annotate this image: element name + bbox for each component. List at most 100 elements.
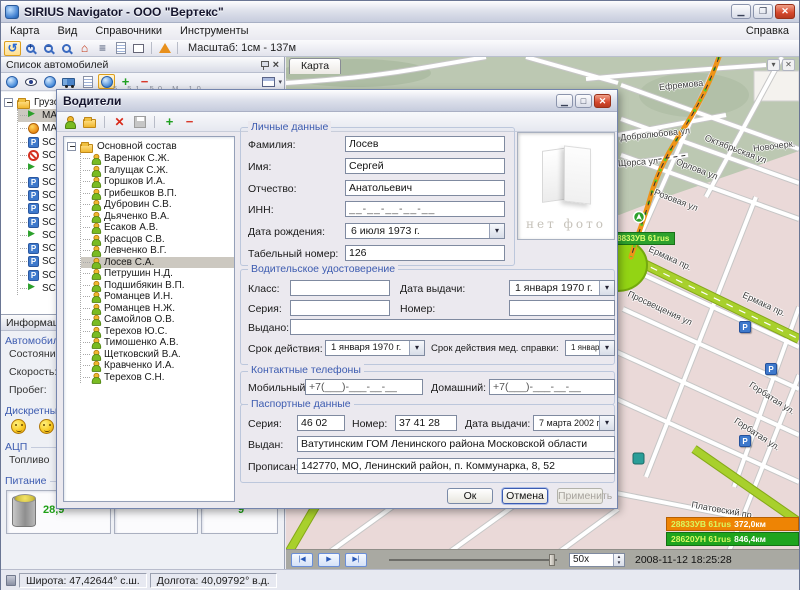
pan-button[interactable]: ↺ <box>4 41 21 56</box>
driver-item[interactable]: Терехов Ю.С. <box>81 326 234 338</box>
driver-item[interactable]: Галущак С.Ж. <box>81 165 234 177</box>
license-valid-combo[interactable]: 1 января 1970 г. ▾ <box>325 340 425 356</box>
driver-item[interactable]: Левченко В.Г. <box>81 245 234 257</box>
parking-marker[interactable]: P <box>765 363 777 375</box>
registered-field[interactable] <box>297 458 615 474</box>
add-group-button[interactable] <box>81 114 98 129</box>
patronymic-field[interactable] <box>345 180 505 196</box>
driver-item[interactable]: Дьяченко В.А. <box>81 211 234 223</box>
collapse-icon[interactable] <box>67 142 76 151</box>
passport-issuedby-field[interactable] <box>297 436 615 452</box>
license-number-field[interactable] <box>509 300 615 316</box>
title-bar[interactable]: SIRIUS Navigator - ООО "Вертекс" ▁ ❐ ✕ <box>1 1 799 23</box>
playback-slider[interactable] <box>389 559 557 561</box>
edit-button[interactable] <box>112 41 129 56</box>
menu-view[interactable]: Вид <box>48 23 86 40</box>
driver-item[interactable]: Петрушин Н.Д. <box>81 268 234 280</box>
menu-tools[interactable]: Инструменты <box>171 23 258 40</box>
med-valid-combo[interactable]: 1 января 1970 г. ▾ <box>565 340 615 356</box>
close-button[interactable]: ✕ <box>775 4 795 19</box>
passport-issue-combo[interactable]: 7 марта 2002 г. ▾ <box>533 415 615 431</box>
driver-item[interactable]: Красцов С.В. <box>81 234 234 246</box>
driver-item[interactable]: Щетковский В.А. <box>81 349 234 361</box>
select-region-button[interactable] <box>130 41 147 56</box>
show-all-button[interactable] <box>3 74 20 89</box>
play-button[interactable]: ▶ <box>318 553 340 567</box>
home-phone-field[interactable] <box>489 379 615 395</box>
birthdate-combo[interactable]: 6 июля 1973 г. ▾ <box>345 223 505 239</box>
menu-map[interactable]: Карта <box>1 23 48 40</box>
driver-item[interactable]: Горшков И.А. <box>81 176 234 188</box>
surname-field[interactable] <box>345 136 505 152</box>
step-back-button[interactable]: |◀ <box>291 553 313 567</box>
driver-item[interactable]: Тимошенко А.В. <box>81 337 234 349</box>
drivers-tree-root[interactable]: Основной состав <box>67 140 234 153</box>
save-button[interactable] <box>131 114 148 129</box>
step-forward-button[interactable]: ▶| <box>345 553 367 567</box>
personnel-field[interactable] <box>345 245 505 261</box>
track-summary-label[interactable]: 28620УН 61rus846,4км <box>666 532 799 546</box>
apply-button[interactable]: Применить <box>557 488 603 504</box>
dialog-maximize-button[interactable]: □ <box>575 94 592 108</box>
dropdown-button[interactable]: ▾ <box>599 416 614 430</box>
parking-marker[interactable]: P <box>739 435 751 447</box>
dropdown-button[interactable]: ▾ <box>409 341 424 355</box>
dropdown-button[interactable]: ▾ <box>489 224 504 238</box>
driver-item[interactable]: Романцев Н.Ж. <box>81 303 234 315</box>
map-close-button[interactable]: ✕ <box>782 59 795 71</box>
columns-button[interactable] <box>260 74 277 89</box>
minimize-button[interactable]: ▁ <box>731 4 751 19</box>
dialog-title-bar[interactable]: Водители ▁ □ ✕ <box>57 90 617 112</box>
driver-item[interactable]: Дубровин С.В. <box>81 199 234 211</box>
spinner-buttons[interactable]: ▲▼ <box>613 554 624 566</box>
parking-marker[interactable]: P <box>739 321 751 333</box>
spin-down-icon[interactable]: ▼ <box>614 560 624 566</box>
driver-item[interactable]: Кравченко И.А. <box>81 360 234 372</box>
speed-spinner[interactable]: 50x ▲▼ <box>569 553 625 567</box>
add-driver-button[interactable] <box>61 114 78 129</box>
delete-driver-button[interactable]: ✕ <box>111 114 128 129</box>
pin-icon[interactable] <box>260 60 269 70</box>
cancel-button[interactable]: Отмена <box>502 488 548 504</box>
panel-close-icon[interactable]: × <box>273 60 279 70</box>
measure-button[interactable] <box>156 41 173 56</box>
ok-button[interactable]: Ок <box>447 488 493 504</box>
watch-button[interactable] <box>22 74 39 89</box>
dropdown-button[interactable]: ▾ <box>599 341 614 355</box>
collapse-all-button[interactable]: − <box>181 114 198 129</box>
expand-all-button[interactable]: + <box>161 114 178 129</box>
passport-series-field[interactable] <box>297 415 345 431</box>
driver-item[interactable]: Лосев С.А. <box>81 257 234 269</box>
mobile-field[interactable] <box>305 379 423 395</box>
map-menu-button[interactable]: ▾ <box>767 59 780 71</box>
menu-directories[interactable]: Справочники <box>86 23 171 40</box>
restore-button[interactable]: ❐ <box>753 4 773 19</box>
driver-item[interactable]: Есаков А.В. <box>81 222 234 234</box>
dialog-close-button[interactable]: ✕ <box>594 94 611 108</box>
collapse-icon[interactable] <box>4 98 13 107</box>
vehicle-info-button[interactable] <box>60 74 77 89</box>
driver-item[interactable]: Самойлов О.В. <box>81 314 234 326</box>
driver-item[interactable]: Романцев И.Н. <box>81 291 234 303</box>
list-button[interactable]: ≡ <box>94 41 111 56</box>
dropdown-button[interactable]: ▾ <box>599 281 614 295</box>
zoom-select-button[interactable] <box>58 41 75 56</box>
license-class-field[interactable] <box>290 280 390 296</box>
zoom-in-button[interactable]: + <box>22 41 39 56</box>
driver-item[interactable]: Грибешков В.П. <box>81 188 234 200</box>
tab-map[interactable]: Карта <box>289 58 341 74</box>
driver-item[interactable]: Терехов С.Н. <box>81 372 234 384</box>
slider-thumb[interactable] <box>549 554 555 566</box>
license-issue-combo[interactable]: 1 января 1970 г. ▾ <box>509 280 615 296</box>
license-series-field[interactable] <box>290 300 390 316</box>
home-button[interactable]: ⌂ <box>76 41 93 56</box>
dialog-minimize-button[interactable]: ▁ <box>556 94 573 108</box>
driver-item[interactable]: Варенюк С.Ж. <box>81 153 234 165</box>
passport-number-field[interactable] <box>395 415 457 431</box>
report-button[interactable] <box>79 74 96 89</box>
firstname-field[interactable] <box>345 158 505 174</box>
inn-field[interactable] <box>345 201 505 217</box>
driver-item[interactable]: Подшибякин В.П. <box>81 280 234 292</box>
zoom-out-button[interactable]: − <box>40 41 57 56</box>
chevron-down-icon[interactable]: ▾ <box>278 78 282 86</box>
